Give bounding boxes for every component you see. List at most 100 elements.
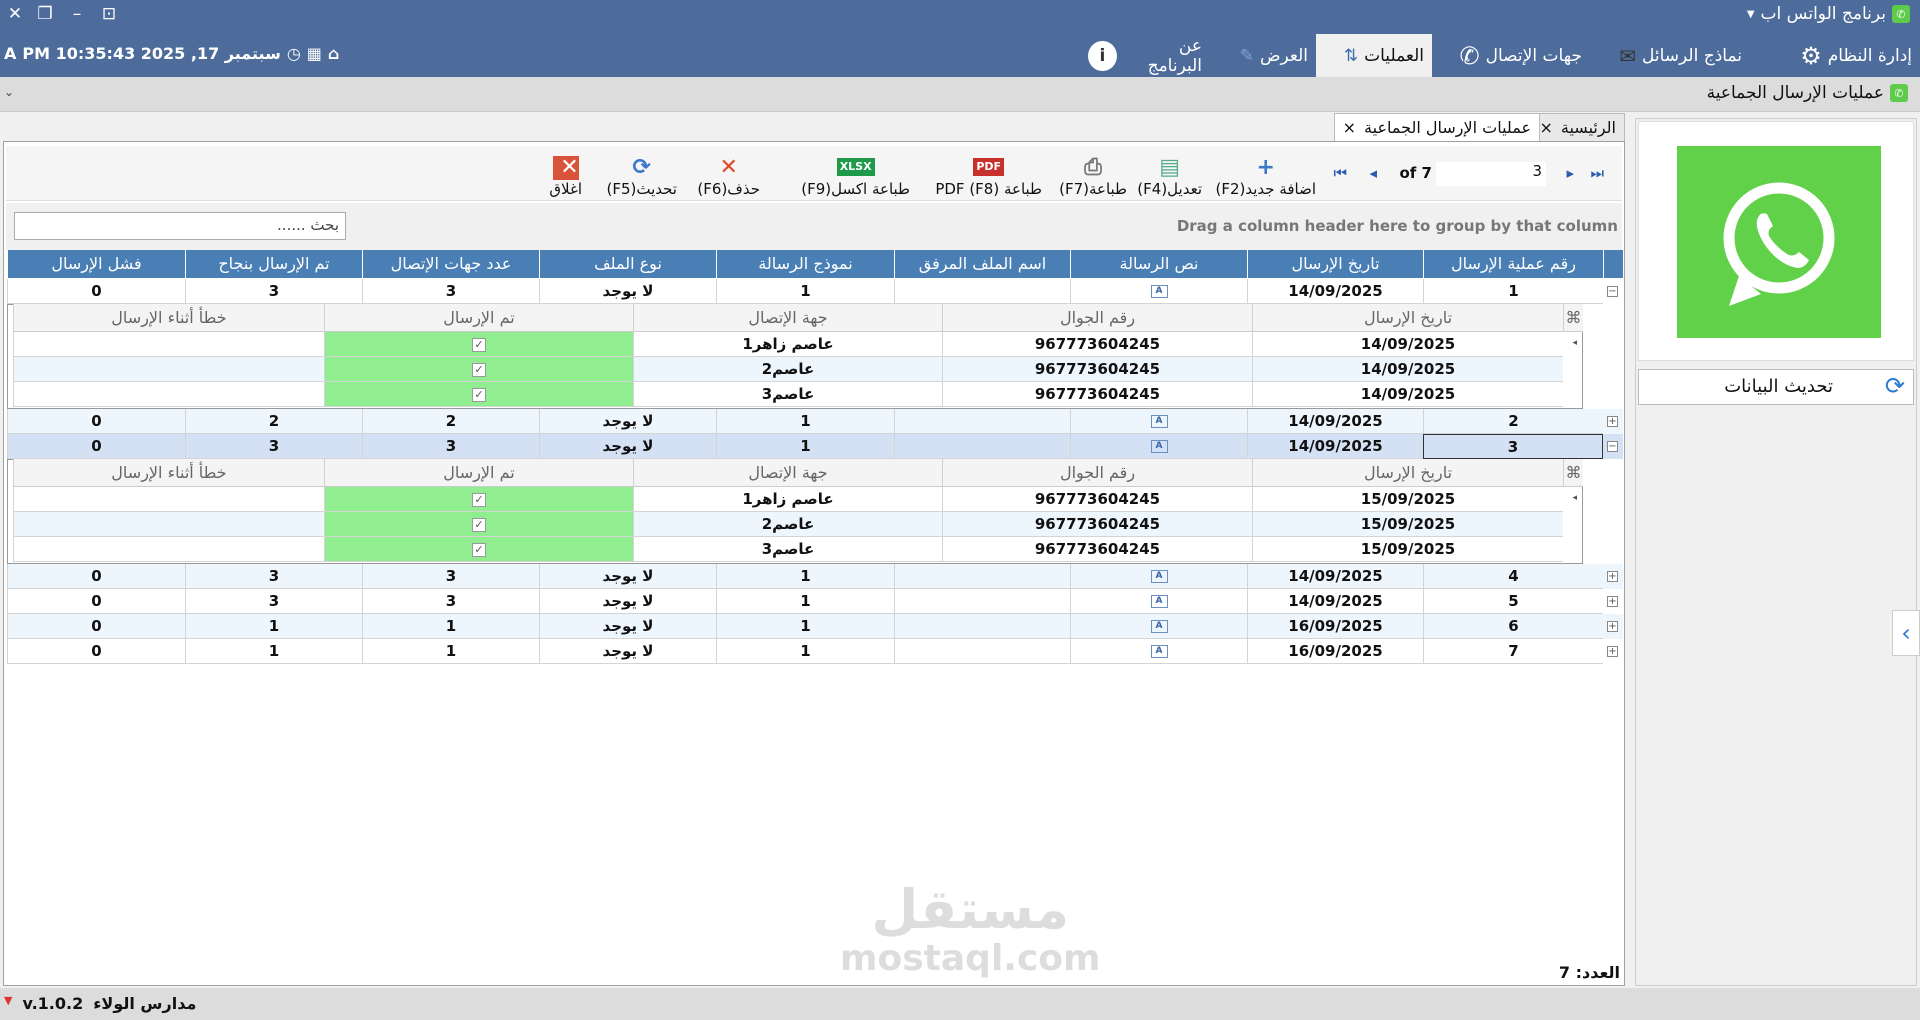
- message-text-icon[interactable]: A: [1150, 285, 1168, 298]
- page-input[interactable]: 3: [1436, 162, 1546, 186]
- cell-file: [894, 564, 1070, 589]
- refresh-data-button[interactable]: ⟳ تحديث البيانات: [1638, 369, 1914, 405]
- message-text-icon[interactable]: A: [1150, 595, 1168, 608]
- detail-column-header[interactable]: تم الإرسال: [324, 304, 633, 332]
- expand-icon[interactable]: +: [1607, 621, 1618, 632]
- checkbox[interactable]: ✓: [472, 542, 486, 557]
- column-header[interactable]: نص الرسالة: [1070, 250, 1247, 278]
- tab-view[interactable]: العرض ✎: [1216, 34, 1316, 77]
- message-text-icon[interactable]: A: [1150, 440, 1168, 453]
- pdf-button[interactable]: PDF طباعة PDF (F8): [935, 150, 1042, 198]
- close-icon[interactable]: ×: [1539, 118, 1552, 137]
- last-page-icon[interactable]: ⏭: [1590, 164, 1604, 182]
- expand-icon[interactable]: +: [1607, 646, 1618, 657]
- detail-column-header[interactable]: خطأ أثناء الإرسال: [13, 459, 324, 487]
- cell-msg: A: [1070, 639, 1247, 664]
- gears-icon: ⚙: [1800, 41, 1822, 70]
- column-header[interactable]: تاريخ الإرسال: [1247, 250, 1423, 278]
- expand-icon[interactable]: +: [1607, 596, 1618, 607]
- cell-failed: 0: [7, 614, 185, 639]
- refresh-icon: ⟳: [632, 155, 651, 180]
- message-text-icon[interactable]: A: [1150, 570, 1168, 583]
- detail-column-header[interactable]: خطأ أثناء الإرسال: [13, 304, 324, 332]
- group-panel: بحث ...... Drag a column header here to …: [6, 203, 1622, 250]
- detail-column-header[interactable]: تم الإرسال: [324, 459, 633, 487]
- edit-button[interactable]: ▤ تعديل(F4): [1137, 150, 1202, 199]
- version-text: v.1.0.2: [22, 994, 84, 1013]
- search-input[interactable]: بحث ......: [14, 212, 346, 240]
- tab-bulk-send[interactable]: عمليات الإرسال الجماعية ×: [1333, 113, 1540, 141]
- print-button[interactable]: ⎙ طباعة(F7): [1059, 150, 1127, 199]
- column-header[interactable]: عدد جهات الإتصال: [362, 250, 539, 278]
- expand-icon[interactable]: +: [1607, 571, 1618, 582]
- cell-id: 5: [1423, 589, 1603, 614]
- calculator-icon[interactable]: ▦: [307, 44, 322, 63]
- column-chooser-icon[interactable]: ⌘: [1563, 304, 1583, 332]
- dropdown-icon[interactable]: ▼: [1747, 9, 1755, 20]
- dropdown-icon[interactable]: ▼: [4, 994, 12, 1013]
- sidebar: ⟳ تحديث البيانات: [1635, 118, 1917, 986]
- pin-icon[interactable]: ⊡: [94, 4, 124, 24]
- first-page-icon[interactable]: ⏮: [1333, 164, 1347, 182]
- prev-page-icon[interactable]: ◂: [1369, 164, 1377, 182]
- excel-button[interactable]: XLSX طباعة اكسل(F9): [801, 150, 910, 198]
- detail-column-header[interactable]: رقم الجوال: [942, 304, 1252, 332]
- message-text-icon[interactable]: A: [1150, 645, 1168, 658]
- column-header[interactable]: فشل الإرسال: [7, 250, 185, 278]
- message-text-icon[interactable]: A: [1150, 415, 1168, 428]
- collapse-panel-button[interactable]: ‹: [1892, 610, 1920, 656]
- detail-column-header[interactable]: تاريخ الإرسال: [1252, 459, 1563, 487]
- detail-column-header[interactable]: تاريخ الإرسال: [1252, 304, 1563, 332]
- cell-msg: A: [1070, 589, 1247, 614]
- tab-message-templates[interactable]: نماذج الرسائل ✉: [1590, 34, 1750, 77]
- chevron-down-icon[interactable]: ⌄: [4, 85, 14, 99]
- column-header[interactable]: نموذج الرسالة: [716, 250, 894, 278]
- minimize-icon[interactable]: –: [62, 4, 92, 24]
- tab-label: جهات الإتصال: [1485, 45, 1582, 66]
- checkbox[interactable]: ✓: [472, 517, 486, 532]
- detail-cell-sent[interactable]: ✓: [324, 487, 633, 512]
- delete-button[interactable]: ✕ حذف(F6): [697, 150, 760, 199]
- detail-cell-sent[interactable]: ✓: [324, 332, 633, 357]
- home-icon[interactable]: ⌂: [328, 44, 339, 63]
- checkbox[interactable]: ✓: [472, 362, 486, 377]
- column-header[interactable]: نوع الملف: [539, 250, 716, 278]
- add-button[interactable]: + اضافة جديد(F2): [1215, 150, 1316, 199]
- refresh-button[interactable]: ⟳ تحديث(F5): [606, 150, 677, 199]
- detail-cell-sent[interactable]: ✓: [324, 537, 633, 562]
- detail-column-header[interactable]: جهة الإتصال: [633, 459, 942, 487]
- collapse-icon[interactable]: −: [1607, 441, 1618, 452]
- tab-home[interactable]: الرئيسية ×: [1530, 113, 1625, 141]
- column-header[interactable]: اسم الملف المرفق: [894, 250, 1070, 278]
- tab-label: إدارة النظام: [1827, 45, 1912, 66]
- tab-about[interactable]: عن البرنامج i: [1080, 34, 1210, 77]
- checkbox[interactable]: ✓: [472, 492, 486, 507]
- column-header[interactable]: رقم عملية الإرسال: [1423, 250, 1603, 278]
- close-button[interactable]: ✕ اغلاق: [549, 150, 582, 199]
- detail-cell-sent[interactable]: ✓: [324, 512, 633, 537]
- detail-column-header[interactable]: جهة الإتصال: [633, 304, 942, 332]
- detail-cell-sent[interactable]: ✓: [324, 357, 633, 382]
- phone-icon: ✆: [1459, 41, 1480, 70]
- close-icon[interactable]: ×: [1343, 118, 1356, 137]
- cell-success: 3: [185, 589, 362, 614]
- tab-contacts[interactable]: جهات الإتصال ✆: [1432, 34, 1590, 77]
- cell-template: 1: [716, 279, 894, 304]
- tab-system-admin[interactable]: إدارة النظام ⚙: [1750, 34, 1920, 77]
- column-chooser-icon[interactable]: ⌘: [1563, 459, 1583, 487]
- detail-column-header[interactable]: رقم الجوال: [942, 459, 1252, 487]
- restore-icon[interactable]: ❐: [30, 4, 60, 24]
- checkbox[interactable]: ✓: [472, 387, 486, 402]
- column-header[interactable]: تم الإرسال بنجاح: [185, 250, 362, 278]
- cell-success: 2: [185, 409, 362, 434]
- close-icon[interactable]: ✕: [0, 4, 30, 24]
- expand-icon[interactable]: +: [1607, 416, 1618, 427]
- checkbox[interactable]: ✓: [472, 337, 486, 352]
- tab-operations[interactable]: العمليات ⇅: [1316, 34, 1432, 77]
- detail-cell-sent[interactable]: ✓: [324, 382, 633, 407]
- collapse-icon[interactable]: −: [1607, 286, 1618, 297]
- message-text-icon[interactable]: A: [1150, 620, 1168, 633]
- detail-cell-contact: عاصم2: [633, 357, 942, 382]
- spellcheck-icon[interactable]: A: [4, 44, 16, 63]
- next-page-icon[interactable]: ▸: [1566, 164, 1574, 182]
